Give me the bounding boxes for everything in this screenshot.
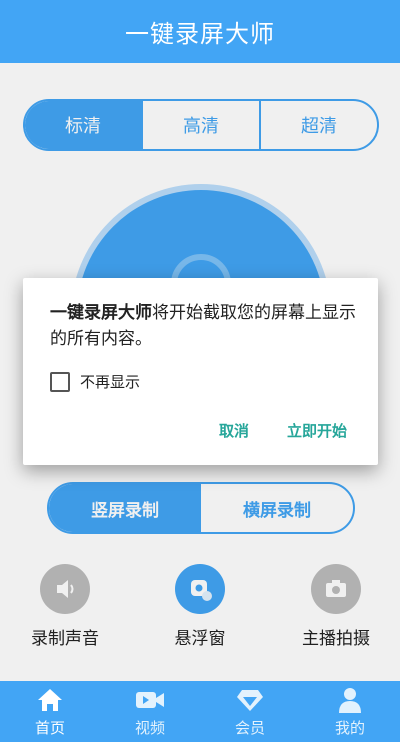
diamond-icon bbox=[235, 685, 265, 715]
nav-home[interactable]: 首页 bbox=[0, 681, 100, 742]
nav-mine[interactable]: 我的 bbox=[300, 681, 400, 742]
app-title: 一键录屏大师 bbox=[125, 20, 275, 48]
nav-mine-label: 我的 bbox=[334, 719, 365, 737]
dont-show-again-row[interactable]: 不再显示 bbox=[50, 371, 140, 392]
nav-video[interactable]: 视频 bbox=[100, 681, 200, 742]
nav-video-label: 视频 bbox=[134, 719, 165, 737]
person-icon bbox=[337, 685, 363, 715]
dont-show-again-checkbox[interactable] bbox=[50, 371, 70, 392]
nav-home-label: 首页 bbox=[34, 719, 65, 737]
dialog-app-name: 一键录屏大师 bbox=[50, 303, 152, 323]
nav-vip[interactable]: 会员 bbox=[200, 681, 300, 742]
dialog-message: 一键录屏大师将开始截取您的屏幕上显示的所有内容。 bbox=[50, 300, 360, 352]
bottom-navigation: 首页 视频 会员 我的 bbox=[0, 681, 400, 742]
video-icon bbox=[134, 685, 166, 715]
screen-capture-dialog: 一键录屏大师将开始截取您的屏幕上显示的所有内容。 不再显示 取消 立即开始 bbox=[23, 278, 378, 465]
home-icon bbox=[36, 685, 64, 715]
nav-vip-label: 会员 bbox=[234, 719, 265, 737]
cancel-button[interactable]: 取消 bbox=[219, 420, 249, 441]
start-now-button[interactable]: 立即开始 bbox=[287, 420, 347, 441]
app-header: 一键录屏大师 bbox=[0, 0, 400, 63]
dont-show-again-label: 不再显示 bbox=[80, 373, 141, 391]
